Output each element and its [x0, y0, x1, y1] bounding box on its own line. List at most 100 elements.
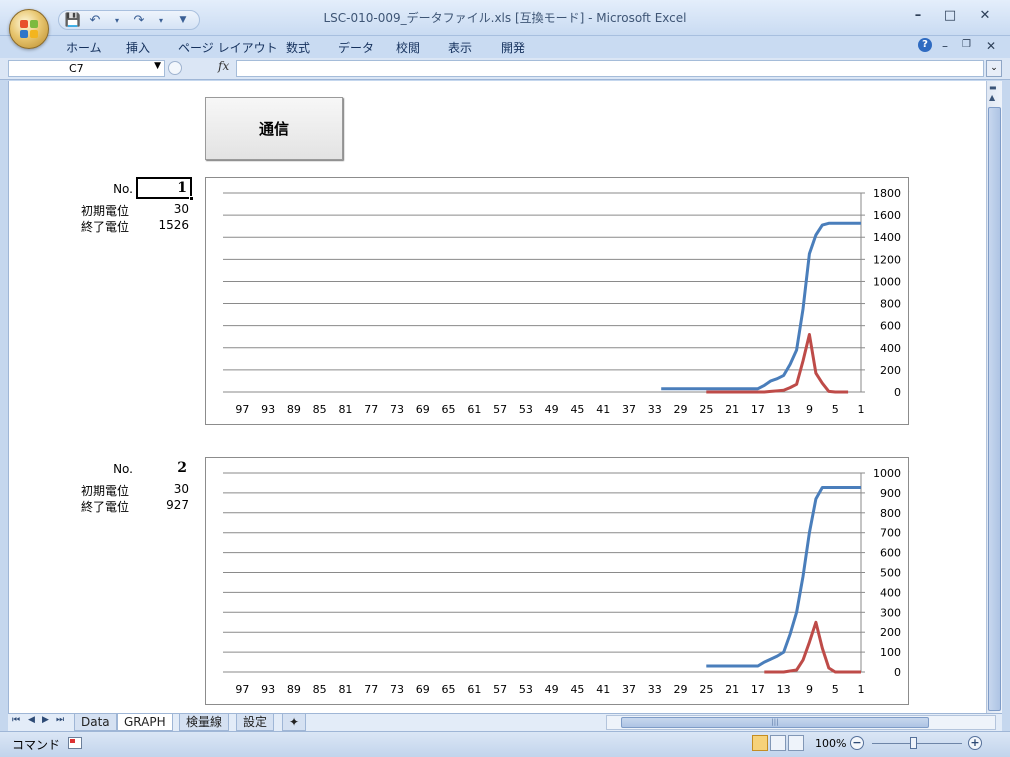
- zoom-slider-thumb[interactable]: [910, 737, 917, 749]
- macro-record-icon[interactable]: [68, 737, 82, 749]
- tab-review[interactable]: 校閲: [396, 39, 420, 56]
- x-tick-label: 65: [442, 403, 456, 416]
- scroll-up-icon[interactable]: ▲: [989, 93, 995, 102]
- x-tick-label: 1: [858, 403, 865, 416]
- start-potential-label: 初期電位: [81, 204, 130, 218]
- y-tick-label: 200: [880, 626, 901, 639]
- ribbon-tabs: ホーム 挿入 ページ レイアウト 数式 データ 校閲 表示 開発 – ❐ ✕: [0, 36, 1010, 58]
- chart-svg: 0 200 400 600 800 1000 1200 1400 1600 1800 (mV) 97 9…: [223, 185, 910, 416]
- x-tick-label: 25: [699, 403, 713, 416]
- tab-insert[interactable]: 挿入: [126, 39, 150, 56]
- tab-formulas[interactable]: 数式: [286, 39, 310, 56]
- x-tick-label: 37: [622, 403, 636, 416]
- horizontal-scrollbar[interactable]: |||: [606, 715, 996, 730]
- x-tick-label: 77: [364, 683, 378, 696]
- office-button[interactable]: [9, 9, 49, 49]
- sheet-tab-graph[interactable]: GRAPH: [117, 714, 173, 731]
- maximize-window-button[interactable]: □: [937, 8, 963, 26]
- tab-home[interactable]: ホーム: [66, 39, 102, 56]
- zoom-in-icon[interactable]: +: [968, 736, 982, 750]
- x-tick-label: 49: [545, 403, 559, 416]
- y-tick-label: 400: [880, 586, 901, 599]
- y-tick-label: 1600: [873, 209, 901, 222]
- no-value: 1: [177, 180, 187, 196]
- y-tick-label: 0: [894, 666, 901, 679]
- x-tick-label: 33: [648, 683, 662, 696]
- unit-label: (mV): [909, 185, 910, 198]
- no-label: No.: [113, 182, 133, 196]
- unit-label: (mV): [909, 465, 910, 478]
- ribbon-minimize-button[interactable]: –: [942, 39, 948, 53]
- window-title: LSC-010-009_データファイル.xls [互換モード] - Micros…: [323, 11, 687, 25]
- x-tick-label: 97: [235, 403, 249, 416]
- series-line-2: [764, 620, 861, 674]
- normal-view-icon[interactable]: [752, 735, 768, 751]
- no-value: 2: [177, 460, 187, 476]
- potential-chart-1[interactable]: 0 200 400 600 800 1000 1200 1400 1600 1800 (mV) 97 9…: [205, 177, 910, 425]
- communicate-button[interactable]: 通信: [205, 97, 343, 160]
- x-tick-label: 93: [261, 403, 275, 416]
- ribbon-restore-button[interactable]: ❐: [962, 39, 971, 50]
- sheet-tab-settings[interactable]: 設定: [236, 714, 275, 731]
- tab-page-layout[interactable]: ページ レイアウト: [178, 39, 278, 56]
- potential-chart-2[interactable]: 01002003004005006007008009001000(mV)9793…: [205, 457, 910, 705]
- no-label: No.: [113, 462, 133, 476]
- sheet-tab-data[interactable]: Data: [74, 714, 117, 731]
- x-tick-label: 81: [338, 403, 352, 416]
- zoom-out-icon[interactable]: −: [850, 736, 864, 750]
- x-tick-label: 41: [596, 403, 610, 416]
- insert-function-icon[interactable]: fx: [218, 59, 229, 73]
- y-tick-label: 1000: [873, 467, 901, 480]
- close-window-button[interactable]: ✕: [972, 8, 998, 26]
- name-box[interactable]: C7 ▼: [8, 60, 165, 77]
- zoom-slider-track[interactable]: [872, 743, 962, 744]
- help-icon[interactable]: ?: [918, 38, 932, 52]
- title-bar: 💾 ↶ ▾ ↷ ▾ ▼ LSC-010-009_データファイル.xls [互換モ…: [0, 0, 1010, 36]
- x-tick-label: 45: [570, 683, 584, 696]
- series-line-1: [661, 221, 861, 391]
- office-logo-icon: [20, 20, 38, 38]
- y-tick-label: 600: [880, 547, 901, 560]
- tab-developer[interactable]: 開発: [501, 39, 525, 56]
- x-tick-label: 85: [313, 403, 327, 416]
- horizontal-scroll-thumb[interactable]: |||: [621, 717, 929, 728]
- end-potential-label: 終了電位: [81, 500, 130, 514]
- chevron-down-icon[interactable]: ▼: [154, 61, 161, 71]
- end-potential-label: 終了電位: [81, 220, 130, 234]
- series-line-1: [706, 486, 861, 668]
- split-box-icon[interactable]: ▬: [989, 83, 997, 92]
- insert-sheet-icon[interactable]: ✦: [282, 714, 307, 731]
- formula-divider-handle[interactable]: [168, 61, 182, 75]
- x-tick-label: 49: [545, 683, 559, 696]
- vertical-scroll-thumb[interactable]: [988, 107, 1001, 711]
- x-tick-label: 65: [442, 683, 456, 696]
- formula-bar: C7 ▼ fx ⌄: [0, 58, 1010, 80]
- next-sheet-icon[interactable]: ▶: [42, 715, 49, 725]
- x-tick-label: 25: [699, 683, 713, 696]
- fill-handle[interactable]: [189, 196, 194, 201]
- y-tick-label: 200: [880, 364, 901, 377]
- expand-formula-bar-button[interactable]: ⌄: [986, 60, 1002, 77]
- tab-view[interactable]: 表示: [448, 39, 472, 56]
- start-potential-label: 初期電位: [81, 484, 130, 498]
- vertical-scrollbar[interactable]: ▬ ▲: [986, 81, 1002, 713]
- page-break-view-icon[interactable]: [788, 735, 804, 751]
- prev-sheet-icon[interactable]: ◀: [28, 715, 35, 725]
- y-tick-label: 800: [880, 507, 901, 520]
- x-tick-label: 5: [832, 683, 839, 696]
- formula-input[interactable]: [236, 60, 984, 77]
- ribbon-close-button[interactable]: ✕: [986, 39, 996, 53]
- x-tick-label: 29: [674, 683, 688, 696]
- tab-data[interactable]: データ: [338, 39, 374, 56]
- minimize-window-button[interactable]: –: [905, 8, 931, 26]
- worksheet[interactable]: 通信 No. 1 初期電位 30 終了電位 1526 No. 2 初期電位 30…: [8, 81, 986, 713]
- first-sheet-icon[interactable]: ⏮: [12, 715, 20, 725]
- last-sheet-icon[interactable]: ⏭: [56, 715, 64, 725]
- zoom-level[interactable]: 100%: [815, 737, 846, 750]
- y-tick-label: 100: [880, 646, 901, 659]
- page-layout-view-icon[interactable]: [770, 735, 786, 751]
- y-tick-label: 500: [880, 567, 901, 580]
- y-tick-label: 400: [880, 342, 901, 355]
- sheet-tab-calibration[interactable]: 検量線: [179, 714, 230, 731]
- status-mode: コマンド: [12, 738, 61, 752]
